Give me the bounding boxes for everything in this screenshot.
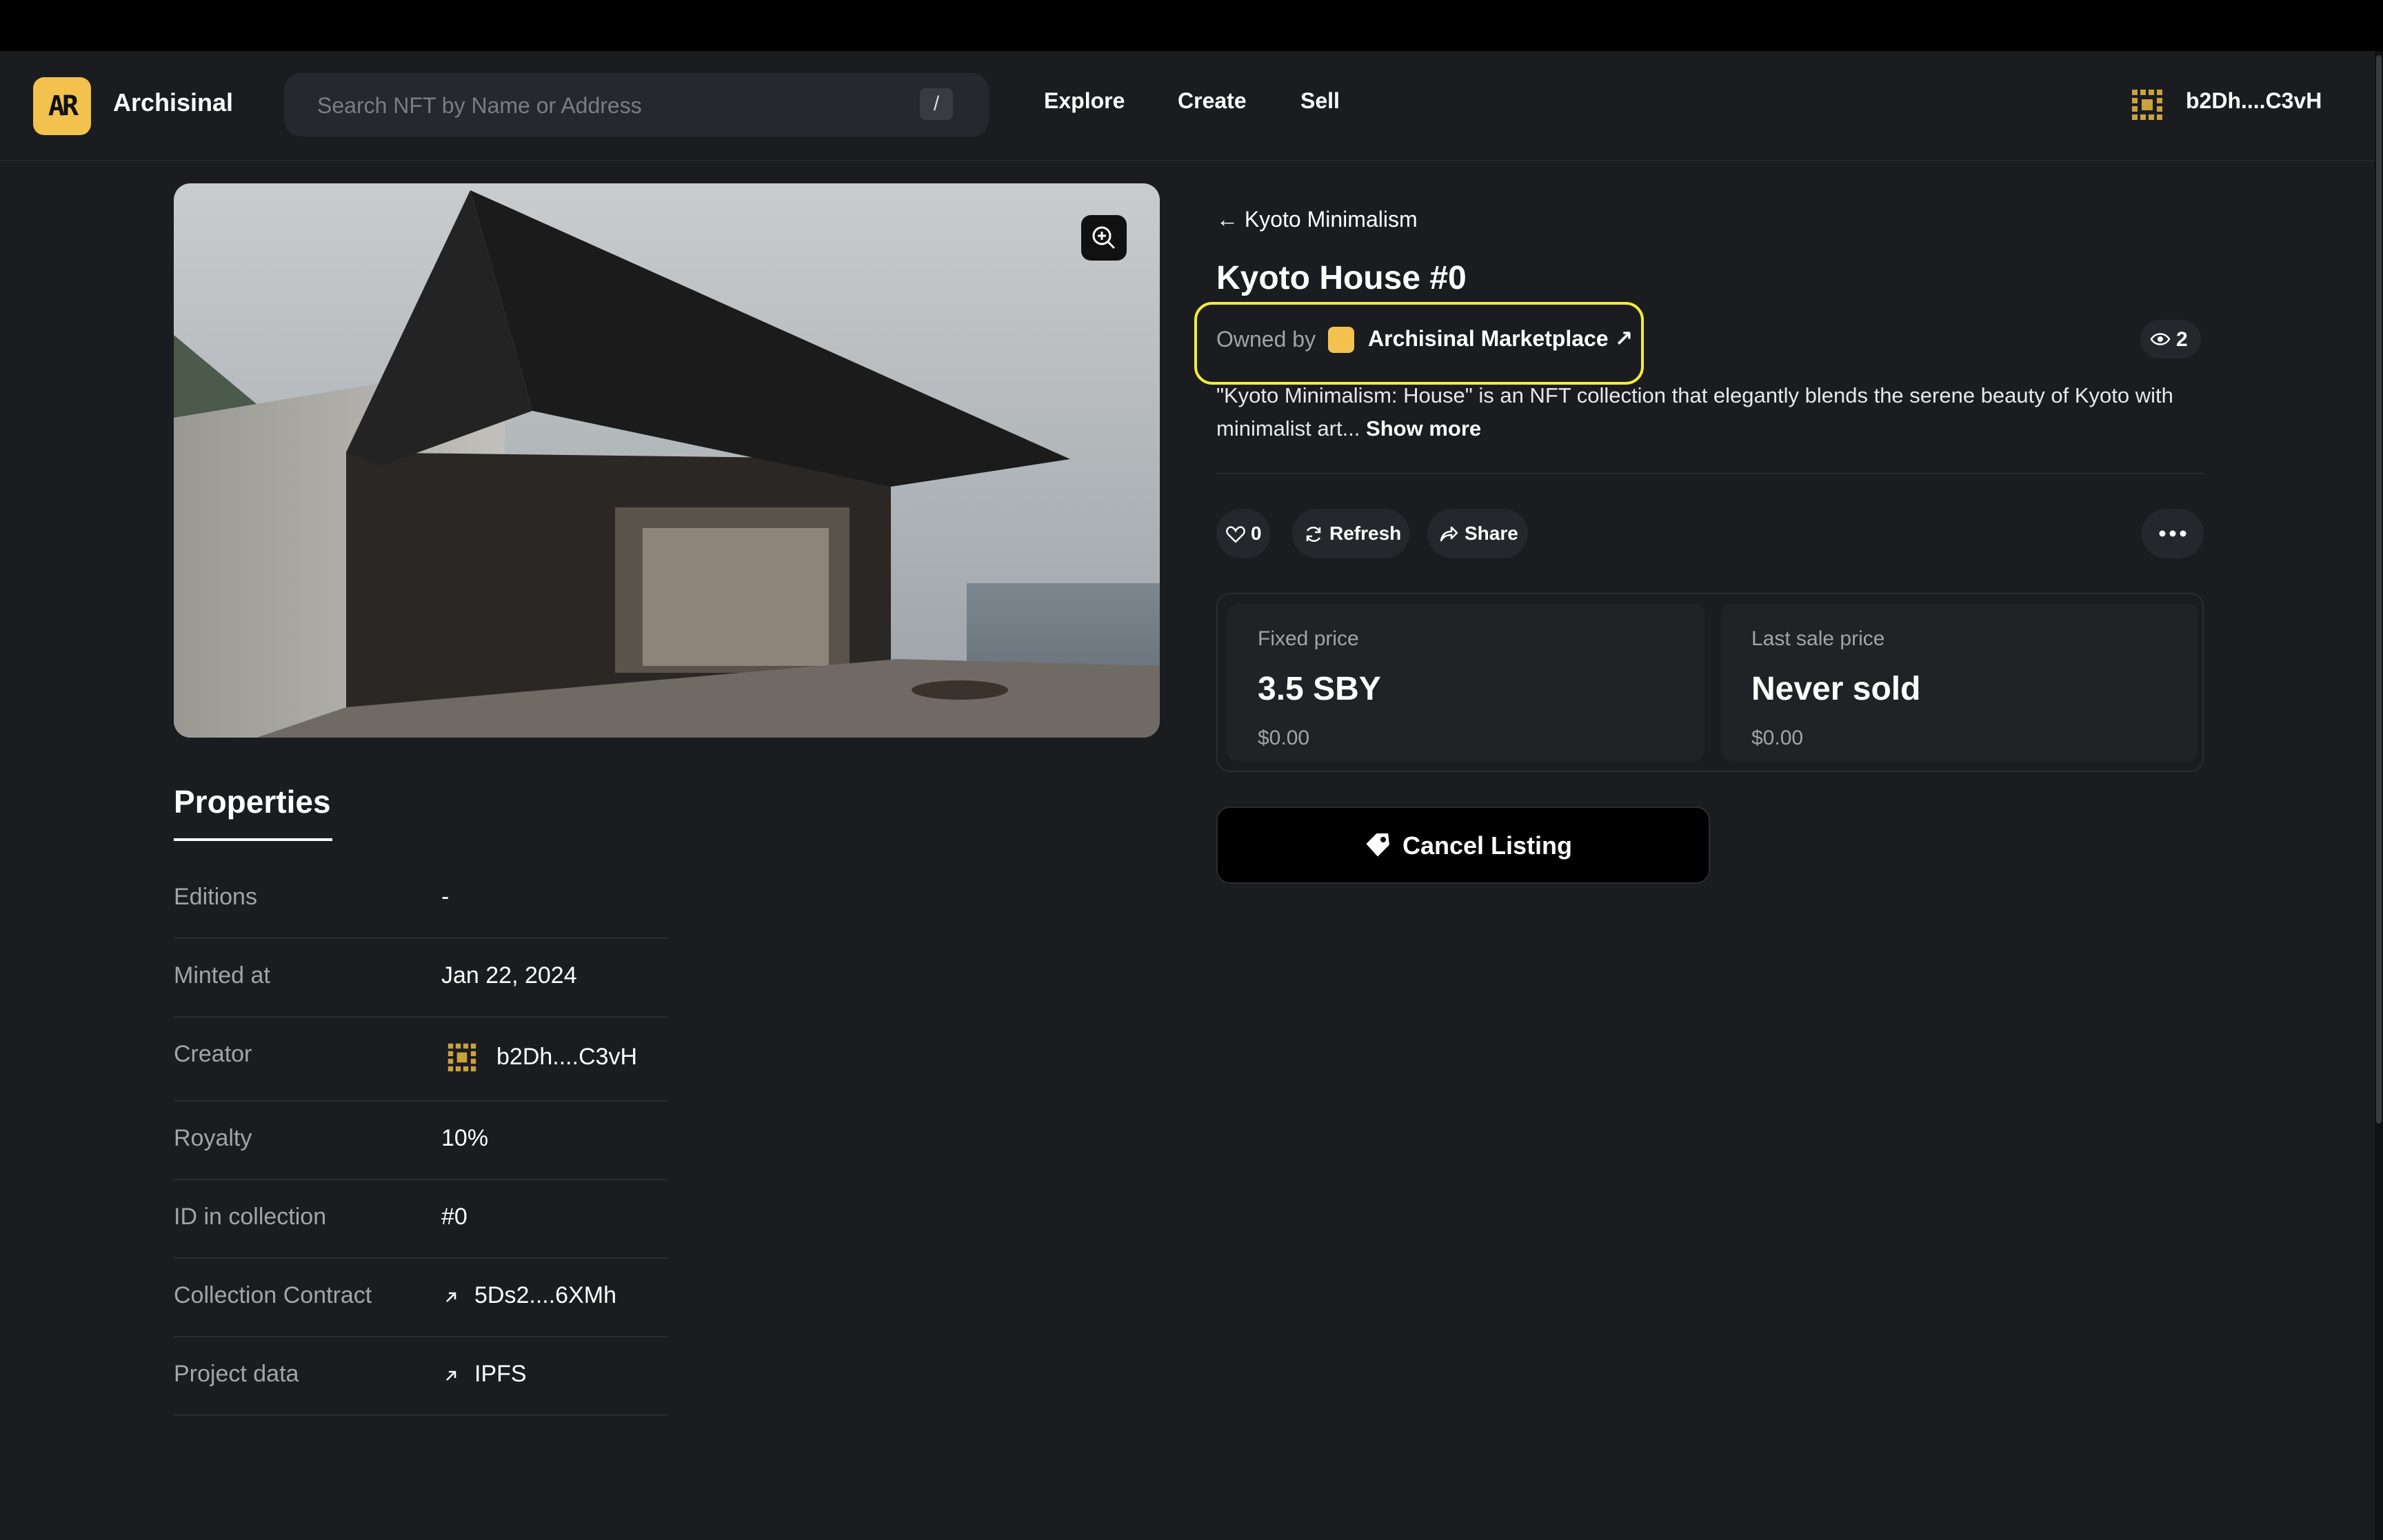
fixed-price-label: Fixed price xyxy=(1258,627,1359,650)
external-link-icon xyxy=(446,1292,456,1302)
description-text: "Kyoto Minimalism: House" is an NFT coll… xyxy=(1216,383,2173,440)
prop-divider xyxy=(174,1016,667,1017)
nav-sell[interactable]: Sell xyxy=(1300,88,1340,114)
search-shortcut-key: / xyxy=(920,88,953,120)
last-sale-value: Never sold xyxy=(1751,671,1921,707)
cancel-listing-label: Cancel Listing xyxy=(1402,831,1573,860)
prop-label-creator: Creator xyxy=(174,1041,252,1067)
zoom-in-button[interactable] xyxy=(1081,215,1127,261)
cancel-listing-button[interactable]: Cancel Listing xyxy=(1216,807,1710,884)
external-link-icon xyxy=(446,1370,456,1381)
nft-description: "Kyoto Minimalism: House" is an NFT coll… xyxy=(1216,379,2195,445)
prop-value-creator[interactable]: b2Dh....C3vH xyxy=(496,1044,637,1071)
properties-tab-underline xyxy=(174,838,332,841)
nav-create[interactable]: Create xyxy=(1178,88,1247,114)
prop-value-minted: Jan 22, 2024 xyxy=(441,962,577,989)
fixed-price-value: 3.5 SBY xyxy=(1258,671,1381,707)
nft-title: Kyoto House #0 xyxy=(1216,260,1467,296)
prop-divider xyxy=(174,1257,667,1259)
views-count: 2 xyxy=(2176,328,2188,351)
price-panel: Fixed price 3.5 SBY $0.00 Last sale pric… xyxy=(1216,593,2204,772)
prop-divider xyxy=(174,938,667,939)
prop-label-project-data: Project data xyxy=(174,1361,299,1387)
brand-name[interactable]: Archisinal xyxy=(113,88,233,117)
prop-label-royalty: Royalty xyxy=(174,1125,252,1151)
heart-icon xyxy=(1226,526,1245,543)
more-options-button[interactable] xyxy=(2142,509,2204,558)
show-more-link[interactable]: Show more xyxy=(1366,416,1481,440)
ellipsis-icon xyxy=(2159,530,2186,537)
last-sale-label: Last sale price xyxy=(1751,627,1885,650)
fixed-price-usd: $0.00 xyxy=(1258,727,1310,749)
creator-avatar-icon xyxy=(448,1043,476,1072)
share-label: Share xyxy=(1465,523,1518,544)
arrow-left-icon: ← xyxy=(1216,207,1245,232)
share-button[interactable]: Share xyxy=(1427,509,1528,558)
prop-divider xyxy=(174,1415,667,1416)
prop-label-editions: Editions xyxy=(174,884,257,910)
logo-mark: AR xyxy=(48,90,79,122)
properties-heading: Properties xyxy=(174,784,331,820)
prop-value-id: #0 xyxy=(441,1204,467,1230)
last-sale-card: Last sale price Never sold $0.00 xyxy=(1721,604,2198,761)
nft-image[interactable] xyxy=(174,183,1160,738)
archisinal-logo[interactable]: AR xyxy=(33,77,91,135)
prop-divider xyxy=(174,1179,667,1180)
like-count: 0 xyxy=(1251,523,1262,544)
views-badge: 2 xyxy=(2140,320,2201,358)
search-input[interactable] xyxy=(316,91,870,120)
last-sale-usd: $0.00 xyxy=(1751,727,1804,749)
prop-value-editions: - xyxy=(441,884,450,910)
eye-icon xyxy=(2150,333,2171,345)
share-icon xyxy=(1440,526,1458,542)
collection-name: Kyoto Minimalism xyxy=(1244,207,1418,232)
prop-value-contract[interactable]: 5Ds2....6XMh xyxy=(474,1282,616,1309)
refresh-button[interactable]: Refresh xyxy=(1292,509,1409,558)
scrollbar-thumb[interactable] xyxy=(2376,55,2382,1124)
prop-divider xyxy=(174,1336,667,1337)
zoom-in-icon xyxy=(1092,226,1115,249)
prop-label-id: ID in collection xyxy=(174,1204,327,1230)
nav-explore[interactable]: Explore xyxy=(1044,88,1125,114)
prop-label-minted: Minted at xyxy=(174,962,270,989)
tag-icon xyxy=(1364,832,1391,859)
prop-divider xyxy=(174,1100,667,1102)
prop-value-project-data[interactable]: IPFS xyxy=(474,1361,527,1388)
search-bar[interactable]: / xyxy=(284,73,989,136)
wallet-avatar-icon[interactable] xyxy=(2131,88,2164,121)
prop-label-contract: Collection Contract xyxy=(174,1282,372,1308)
prop-value-royalty: 10% xyxy=(441,1125,489,1151)
back-to-collection-link[interactable]: ← Kyoto Minimalism xyxy=(1216,207,1418,232)
refresh-icon xyxy=(1306,526,1321,543)
annotation-highlight xyxy=(1194,302,1644,385)
like-button[interactable]: 0 xyxy=(1216,509,1270,558)
fixed-price-card: Fixed price 3.5 SBY $0.00 xyxy=(1227,604,1705,761)
browser-top-bar xyxy=(0,0,2383,51)
wallet-address[interactable]: b2Dh....C3vH xyxy=(2186,88,2322,114)
refresh-label: Refresh xyxy=(1329,523,1402,544)
description-divider xyxy=(1216,473,2204,474)
